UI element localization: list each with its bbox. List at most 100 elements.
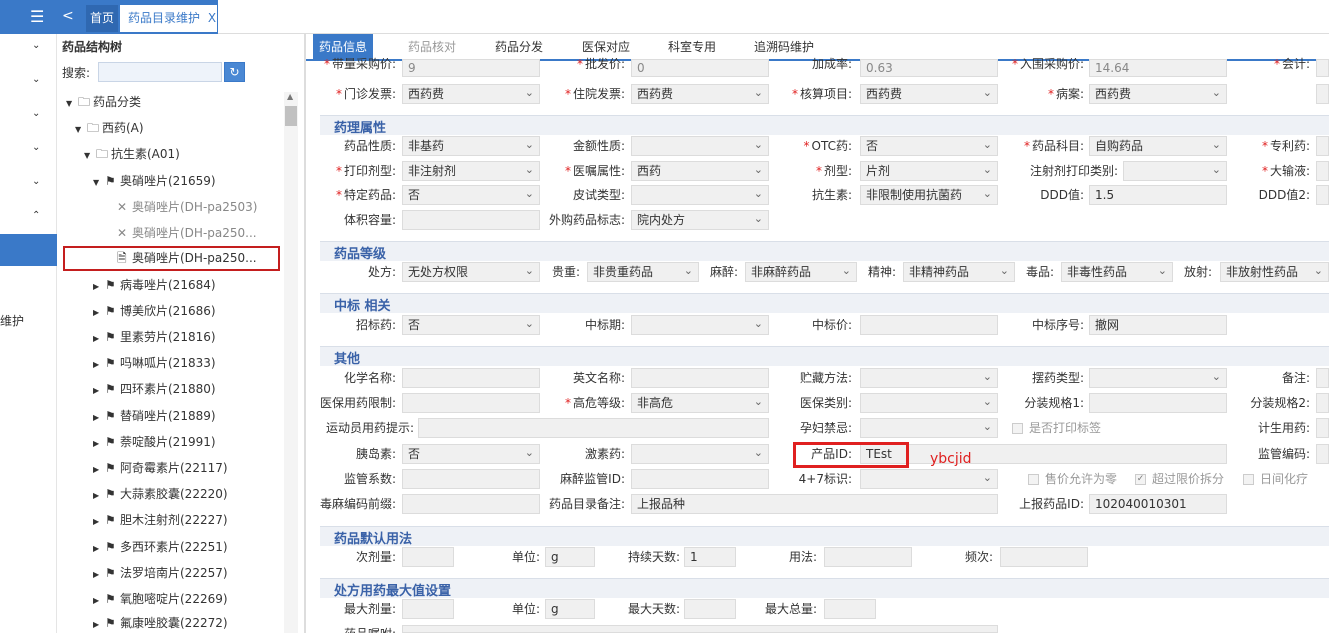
nav-chevron-down-icon[interactable]: ⌄	[32, 40, 40, 51]
tree-node[interactable]: ✕ 奥硝唑片(DH-pa2503)	[117, 197, 257, 217]
tree-node[interactable]: ▶ ⚑ 胆木注射剂(22227)	[93, 510, 228, 530]
tree-node[interactable]: ▶ ⚑ 萘啶酸片(21991)	[93, 432, 216, 452]
tab-drug-catalog[interactable]: 药品目录维护 X	[120, 5, 217, 32]
select-psychotropic[interactable]: 非精神药品 ⌄	[903, 262, 1015, 282]
field-max-unit[interactable]: g	[545, 599, 595, 619]
tree-node[interactable]: ▶ ⚑ 大蒜素胶囊(22220)	[93, 484, 228, 504]
field-bid-price[interactable]: 14.64	[1089, 59, 1227, 77]
field-wholesale-price[interactable]: 0	[631, 59, 769, 77]
select-inpatient-invoice[interactable]: 西药费 ⌄	[631, 84, 769, 104]
field-insurance-limit[interactable]	[402, 393, 540, 413]
field-volume[interactable]	[402, 210, 540, 230]
select-4plus7[interactable]: ⌄	[860, 469, 998, 489]
select-prescription[interactable]: 无处方权限 ⌄	[402, 262, 540, 282]
select-precious[interactable]: 非贵重药品 ⌄	[587, 262, 699, 282]
tree-node[interactable]: ▶ ⚑ 四环素片(21880)	[93, 379, 216, 399]
select-outpatient-invoice[interactable]: 西药费 ⌄	[402, 84, 540, 104]
menu-icon[interactable]: ☰	[30, 3, 44, 30]
tree-node[interactable]: ▶ ⚑ 氧胞嘧啶片(22269)	[93, 589, 228, 609]
select-injection-print-type[interactable]: ⌄	[1123, 161, 1227, 181]
tree-node[interactable]: ▶ ⚑ 多西环素片(22251)	[93, 537, 228, 557]
tab-close-icon[interactable]: X	[208, 11, 216, 25]
select-drug-subject[interactable]: 自购药品 ⌄	[1089, 136, 1227, 156]
field-product-id[interactable]: TEst	[860, 444, 1227, 464]
checkbox-day-chemo[interactable]: 日间化疗	[1243, 469, 1308, 489]
tab-dept-only[interactable]: 科室专用	[662, 34, 722, 61]
field-duration-days[interactable]: 1	[684, 547, 736, 567]
select-bid-period[interactable]: ⌄	[631, 315, 769, 335]
tab-drug-check[interactable]: 药品核对	[402, 34, 462, 61]
field-pack-spec1[interactable]	[1089, 393, 1227, 413]
tree-node[interactable]: ▶ ⚑ 里素劳片(21816)	[93, 327, 216, 347]
tree-node[interactable]: ▶ ⚑ 吗啉呱片(21833)	[93, 353, 216, 373]
scroll-up-icon[interactable]: ▲	[287, 92, 293, 101]
tree-node[interactable]: ✕ 奥硝唑片(DH-pa250...	[117, 223, 257, 243]
field-english-name[interactable]	[631, 368, 769, 388]
nav-chevron-down-icon[interactable]: ⌄	[32, 108, 40, 119]
select-patent-drug[interactable]	[1316, 136, 1329, 156]
nav-chevron-up-icon[interactable]: ⌃	[32, 210, 40, 221]
field-max-total[interactable]	[824, 599, 876, 619]
select-amount-nature[interactable]: ⌄	[631, 136, 769, 156]
select-infusion[interactable]	[1316, 161, 1329, 181]
field-supervision-factor[interactable]	[402, 469, 540, 489]
field-max-dose[interactable]	[402, 599, 454, 619]
field-bid-serial[interactable]: 撤网	[1089, 315, 1227, 335]
tree-node[interactable]: ▼ 🗀 西药(A)	[75, 118, 144, 138]
select-insurance-category[interactable]: ⌄	[860, 393, 998, 413]
select-order-attr[interactable]: 西药 ⌄	[631, 161, 769, 181]
field-ddd[interactable]: 1.5	[1089, 185, 1227, 205]
tree-scrollbar[interactable]: ▲	[284, 92, 298, 633]
nav-chevron-down-icon[interactable]: ⌄	[32, 74, 40, 85]
tree-node[interactable]: ▶ ⚑ 博美欣片(21686)	[93, 301, 216, 321]
tree-node[interactable]: ▶ ⚑ 阿奇霉素片(22117)	[93, 458, 228, 478]
select-print-dosage-form[interactable]: 非注射剂 ⌄	[402, 161, 540, 181]
select-dispense-type[interactable]: ⌄	[1089, 368, 1227, 388]
select-antibiotic[interactable]: 非限制使用抗菌药 ⌄	[860, 185, 998, 205]
tree-node[interactable]: ▼ ⚑ 奥硝唑片(21659)	[93, 171, 216, 191]
tree-node[interactable]: ▼ 🗀 药品分类	[66, 92, 141, 112]
field-family-planning[interactable]	[1316, 418, 1329, 438]
select-bid-drug[interactable]: 否 ⌄	[402, 315, 540, 335]
field-partial[interactable]	[1316, 84, 1329, 104]
field-volume-price[interactable]: 9	[402, 59, 540, 77]
select-pregnancy[interactable]: ⌄	[860, 418, 998, 438]
tab-home[interactable]: 首页	[86, 5, 119, 32]
field-chem-name[interactable]	[402, 368, 540, 388]
select-special-drug[interactable]: 否 ⌄	[402, 185, 540, 205]
select-storage[interactable]: ⌄	[860, 368, 998, 388]
field-narcotic-prefix[interactable]	[402, 494, 540, 514]
tree-node[interactable]: ▶ ⚑ 氟康唑胶囊(22272)	[93, 613, 228, 633]
select-dosage-form[interactable]: 片剂 ⌄	[860, 161, 998, 181]
field-pack-spec2[interactable]	[1316, 393, 1329, 413]
field-max-days[interactable]	[684, 599, 736, 619]
field-usage[interactable]	[824, 547, 912, 567]
select-insulin[interactable]: 否 ⌄	[402, 444, 540, 464]
select-risk-level[interactable]: 非高危 ⌄	[631, 393, 769, 413]
field-drug-instruction[interactable]	[402, 625, 998, 633]
select-accounting-item[interactable]: 西药费 ⌄	[860, 84, 998, 104]
field-accounting[interactable]	[1316, 59, 1329, 77]
field-supervision-code[interactable]	[1316, 444, 1329, 464]
tree-node[interactable]: ▶ ⚑ 病毒唑片(21684)	[93, 275, 216, 295]
select-hormone[interactable]: ⌄	[631, 444, 769, 464]
select-skin-test-type[interactable]: ⌄	[631, 185, 769, 205]
field-unit[interactable]: g	[545, 547, 595, 567]
checkbox-zero-price[interactable]: 售价允许为零	[1028, 469, 1117, 489]
nav-chevron-down-icon[interactable]: ⌄	[32, 142, 40, 153]
scroll-thumb[interactable]	[285, 106, 297, 126]
tree-node[interactable]: ▼ 🗀 抗生素(A01)	[84, 144, 180, 164]
select-anesthetic[interactable]: 非麻醉药品 ⌄	[745, 262, 857, 282]
field-athlete-hint[interactable]	[418, 418, 769, 438]
tree-node[interactable]: ▶ ⚑ 替硝唑片(21889)	[93, 406, 216, 426]
tab-drug-distribution[interactable]: 药品分发	[489, 34, 549, 61]
select-medical-record[interactable]: 西药费 ⌄	[1089, 84, 1227, 104]
back-chevron-icon[interactable]: <	[62, 3, 74, 30]
field-catalog-remark[interactable]: 上报品种	[631, 494, 998, 514]
field-report-drug-id[interactable]: 102040010301	[1089, 494, 1227, 514]
tree-search-input[interactable]	[98, 62, 222, 82]
select-radioactive[interactable]: 非放射性药品 ⌄	[1220, 262, 1329, 282]
select-drug-nature[interactable]: 非基药 ⌄	[402, 136, 540, 156]
nav-chevron-down-icon[interactable]: ⌄	[32, 176, 40, 187]
select-otc[interactable]: 否 ⌄	[860, 136, 998, 156]
